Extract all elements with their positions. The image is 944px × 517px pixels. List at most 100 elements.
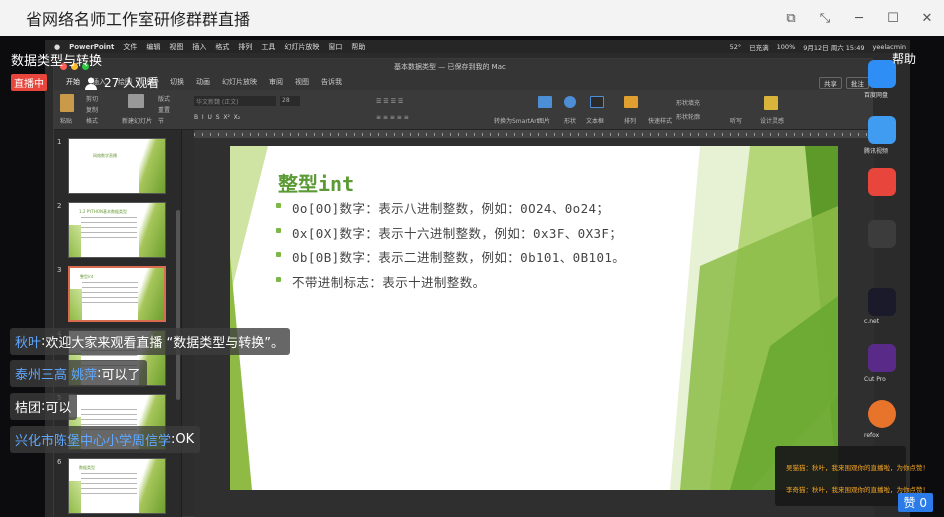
mac-menu-tools: 工具 [261,42,276,51]
chat-message: 兴化市陈堡中心小学周信学: OK [10,426,201,453]
tab-view[interactable]: 视图 [295,77,309,87]
thumb-title: 1.2 PYTHON基本数据类型 [79,209,127,214]
bullet-item: 0x[0X]数字：表示十六进制整数，例如：0x3F、0X3F； [274,223,625,248]
mac-status-area: 52° 已充满 100% 9月12日 周六 15:49 yeelacmin [722,40,906,53]
tab-slideshow[interactable]: 幻灯片放映 [222,77,257,87]
maximize-icon[interactable]: ☐ [876,0,910,36]
section-button[interactable]: 节 [158,116,164,125]
viewer-count-text: 27 人观看 [104,76,160,90]
thumb-number: 3 [57,266,62,274]
textbox-label: 文本框 [586,118,605,125]
close-icon[interactable]: ✕ [910,0,944,36]
font-size-select[interactable]: 28 [280,96,300,106]
chat-username: 秋叶 [15,336,42,351]
mac-menu-view: 视图 [169,42,184,51]
weather-status: 52° [729,42,742,51]
like-button[interactable]: 赞 0 [897,493,933,512]
help-link[interactable]: 帮助 [892,50,916,67]
smartart-button[interactable]: 转换为SmartArt [494,116,539,125]
chat-text: 欢迎大家来观看直播 “数据类型与转换”。 [45,336,285,351]
final-cut-pro-icon[interactable] [868,344,896,372]
red-app-icon[interactable] [868,168,896,196]
dictate-button[interactable]: 听写 [730,116,742,125]
slide-thumbnail-2[interactable]: 1.2 PYTHON基本数据类型 [68,202,166,258]
minimize-icon[interactable]: ─ [842,0,876,36]
tab-tell-me[interactable]: 告诉我 [321,77,342,87]
tab-home[interactable]: 开始 [66,77,80,87]
notification-line: 吴猫猫：秋叶，我来围观你的直播啦，为你点赞！ [786,464,929,472]
slide-thumbnail-1[interactable]: 网络数学直播 [68,138,166,194]
thumb-number: 2 [57,202,62,210]
shape-outline-button[interactable]: 形状轮廓 [676,112,700,121]
textbox-icon[interactable] [590,96,604,108]
current-slide[interactable]: 整型int 0o[0O]数字：表示八进制整数，例如：0O24、0o24； 0x[… [230,146,838,490]
chat-username: 泰州三高 姚萍 [15,368,98,383]
quick-styles-button[interactable]: 快速样式 [648,116,672,125]
mac-menubar: ● PowerPoint 文件 编辑 视图 插入 格式 排列 工具 幻灯片放映 … [45,40,910,53]
mac-menu-slideshow: 幻灯片放映 [284,42,320,51]
slide-title: 整型int [278,172,355,196]
mac-menu-file: 文件 [123,42,138,51]
share-button[interactable]: 共享 [819,77,842,89]
tab-transitions[interactable]: 切换 [170,77,184,87]
wechat-icon[interactable] [868,220,896,248]
bullet-text: 0o[0O]数字：表示八进制整数，例如：0O24、0o24； [292,201,610,216]
picture-icon[interactable] [538,96,552,108]
tencent-video-icon[interactable] [868,116,896,144]
mac-menu-edit: 编辑 [146,42,161,51]
font-name-select[interactable]: 华文新魏 (正文) [194,96,276,106]
battery-status: 已充满 [749,43,769,52]
live-stream-title: 数据类型与转换 [11,54,103,69]
ppt-titlebar: 基本数据类型 — 已保存到我的 Mac [54,59,872,74]
chat-text: OK [175,432,195,447]
arrange-label: 排列 [624,118,637,125]
thumbnail-scrollbar[interactable] [176,210,180,400]
design-ideas-icon[interactable] [764,96,778,110]
new-slide-label: 新建幻灯片 [122,118,153,125]
slide-thumbnail-panel: 1 网络数学直播 2 1.2 PYTHON基本数据类型 3 整型int 4 [54,130,182,517]
cnet-icon[interactable] [868,288,896,316]
font-style-buttons[interactable]: B I U S X² X₂ [194,114,240,121]
format-painter-button[interactable]: 格式 [86,116,98,125]
copy-button[interactable]: 复制 [86,105,98,114]
thumb-title: 网络数学直播 [93,153,117,158]
new-slide-icon[interactable] [128,94,144,108]
clock: 9月12日 周六 15:49 [803,43,865,52]
fullscreen-icon[interactable]: ⤡ [808,0,842,36]
bullet-icon [276,252,281,257]
bullet-icon [276,227,281,233]
slide-bullet-list: 0o[0O]数字：表示八进制整数，例如：0O24、0o24； 0x[0X]数字：… [274,198,625,296]
alignment-buttons[interactable]: ≡ ≡ ≡ ≡ ≡ [376,114,409,121]
window-title: 省网络名师工作室研修群群直播 [26,10,251,29]
horizontal-ruler [194,130,874,138]
chat-message: 桔团: 可以 [10,393,78,420]
chat-text: 可以 [45,401,72,416]
shape-label: 形状 [564,118,577,125]
bullet-icon [276,276,281,282]
slide-thumbnail-3[interactable]: 整型int [68,266,166,322]
dock-label: 腾讯视频 [864,148,889,155]
picture-label: 图片 [538,118,551,125]
paragraph-buttons[interactable]: ☰ ☰ ☰ ☰ [376,98,403,105]
arrange-icon[interactable] [624,96,638,108]
live-status-badge: 直播中 [11,74,47,91]
design-ideas-label: 设计灵感 [760,118,785,125]
cut-button[interactable]: 剪切 [86,94,98,103]
chat-message: 秋叶: 欢迎大家来观看直播 “数据类型与转换”。 [10,328,291,355]
chat-username: 兴化市陈堡中心小学周信学 [15,434,172,449]
mac-menu-help: 帮助 [351,42,366,51]
tab-animations[interactable]: 动画 [196,77,210,87]
firefox-icon[interactable] [868,400,896,428]
shape-icon[interactable] [564,96,576,108]
paste-icon[interactable] [60,94,74,112]
reset-button[interactable]: 重置 [158,105,170,114]
layout-button[interactable]: 版式 [158,94,170,103]
slide-thumbnail-6[interactable]: 数据类型 [68,458,166,514]
tab-review[interactable]: 审阅 [269,77,283,87]
ribbon-tabs: 开始 插入 绘图 设计 切换 动画 幻灯片放映 审阅 视图 告诉我 共享 批注 [54,74,872,90]
user-icon [84,76,98,90]
popout-icon[interactable]: ⧉ [774,0,808,36]
app-titlebar: 省网络名师工作室研修群群直播 ⧉ ⤡ ─ ☐ ✕ [0,0,944,36]
window-controls: ⧉ ⤡ ─ ☐ ✕ [774,0,944,36]
shape-fill-button[interactable]: 形状填充 [676,98,700,107]
